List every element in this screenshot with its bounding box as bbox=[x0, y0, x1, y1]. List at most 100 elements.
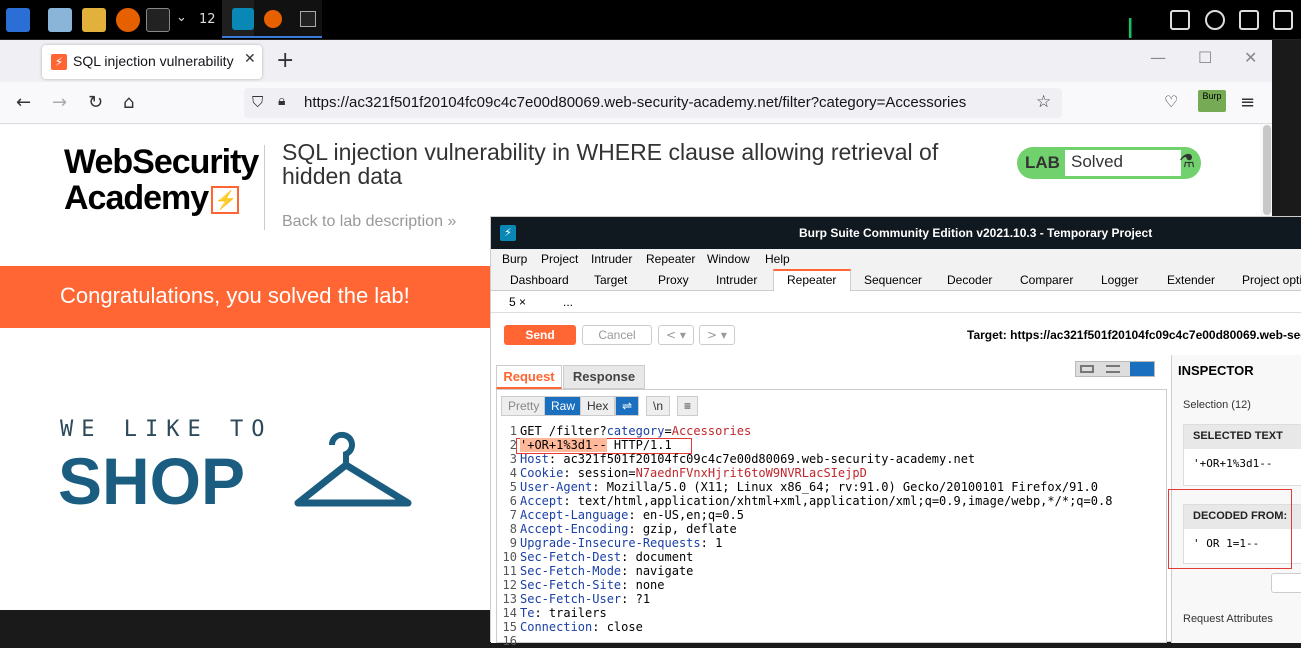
shop-tagline: WE LIKE TO bbox=[60, 417, 273, 442]
files-icon[interactable] bbox=[48, 8, 72, 32]
response-tab[interactable]: Response bbox=[563, 365, 645, 389]
workspace-count[interactable]: 12 bbox=[199, 12, 216, 27]
chevron-down-icon[interactable]: ⌄ bbox=[176, 10, 187, 25]
menu-intruder[interactable]: Intruder bbox=[591, 252, 632, 266]
request-line[interactable]: Host: ac321f501f20104fc09c4c7e00d80069.w… bbox=[520, 452, 975, 466]
reload-icon[interactable]: ↻ bbox=[88, 92, 103, 113]
taskbar: ⌄ 12 bbox=[0, 0, 1301, 40]
url-text[interactable]: https://ac321f501f20104fc09c4c7e00d80069… bbox=[304, 94, 966, 111]
network-icon[interactable] bbox=[1170, 10, 1190, 30]
kali-menu-icon[interactable] bbox=[6, 8, 30, 32]
menu-burp[interactable]: Burp bbox=[502, 252, 527, 266]
back-icon[interactable]: ← bbox=[16, 92, 31, 113]
close-window-icon[interactable]: ✕ bbox=[1244, 48, 1257, 67]
lock-icon[interactable]: 🔒︎ bbox=[278, 93, 285, 109]
taskbar-terminal[interactable] bbox=[292, 0, 322, 38]
hex-button[interactable]: Hex bbox=[580, 396, 616, 416]
apply-button[interactable] bbox=[1271, 573, 1301, 593]
tab-sequencer[interactable]: Sequencer bbox=[864, 273, 922, 287]
tab-repeater[interactable]: Repeater bbox=[787, 273, 836, 287]
lab-title: SQL injection vulnerability in WHERE cla… bbox=[282, 139, 939, 190]
pocket-icon[interactable]: ♡ bbox=[1164, 92, 1178, 111]
menu-window[interactable]: Window bbox=[707, 252, 750, 266]
tab-intruder[interactable]: Intruder bbox=[716, 273, 757, 287]
menu-project[interactable]: Project bbox=[541, 252, 578, 266]
new-tab-icon[interactable]: + bbox=[276, 48, 294, 73]
terminal-icon[interactable] bbox=[146, 8, 170, 32]
request-tab[interactable]: Request bbox=[496, 365, 562, 389]
menu-repeater[interactable]: Repeater bbox=[646, 252, 695, 266]
tab-extender[interactable]: Extender bbox=[1167, 273, 1215, 287]
firefox-icon[interactable] bbox=[116, 8, 140, 32]
page-scrollbar[interactable] bbox=[1263, 125, 1271, 215]
nav-bar: ← → ↻ ⌂ ⛉ 🔒︎ https://ac321f501f20104fc09… bbox=[0, 82, 1272, 124]
request-attributes[interactable]: Request Attributes bbox=[1183, 613, 1273, 625]
raw-button[interactable]: Raw bbox=[544, 396, 583, 416]
maximize-icon[interactable]: ☐ bbox=[1198, 48, 1212, 67]
menu-icon[interactable]: ≡ bbox=[1240, 92, 1255, 113]
request-line[interactable]: Sec-Fetch-User: ?1 bbox=[520, 592, 650, 606]
tab-title: SQL injection vulnerability bbox=[73, 53, 234, 69]
request-line[interactable]: Sec-Fetch-Dest: document bbox=[520, 550, 693, 564]
layout-toggle[interactable] bbox=[1075, 361, 1155, 377]
notifications-icon[interactable] bbox=[1239, 10, 1259, 30]
bookmark-star-icon[interactable]: ☆ bbox=[1036, 92, 1051, 112]
cpu-graph bbox=[1018, 18, 1148, 38]
hanger-icon bbox=[294, 431, 412, 507]
back-to-lab-link[interactable]: Back to lab description » bbox=[282, 213, 456, 231]
menu-icon[interactable]: ≡ bbox=[677, 396, 699, 416]
request-line[interactable]: '+OR+1%3d1-- HTTP/1.1 bbox=[520, 438, 672, 452]
request-line[interactable]: Sec-Fetch-Site: none bbox=[520, 578, 665, 592]
layout-horizontal-icon[interactable] bbox=[1106, 365, 1120, 373]
selected-text-head[interactable]: SELECTED TEXT bbox=[1184, 425, 1301, 449]
request-line[interactable]: Te: trailers bbox=[520, 606, 607, 620]
request-line[interactable]: Accept: text/html,application/xhtml+xml,… bbox=[520, 494, 1112, 508]
display-icon[interactable] bbox=[1273, 10, 1293, 30]
request-line[interactable]: Accept-Encoding: gzip, deflate bbox=[520, 522, 737, 536]
line-number: 6 bbox=[509, 494, 517, 508]
tab-proxy[interactable]: Proxy bbox=[658, 273, 689, 287]
send-button[interactable]: Send bbox=[504, 325, 576, 345]
pretty-button[interactable]: Pretty bbox=[501, 396, 547, 416]
home-icon[interactable]: ⌂ bbox=[123, 92, 134, 113]
folder-icon[interactable] bbox=[82, 8, 106, 32]
volume-icon[interactable] bbox=[1205, 10, 1225, 30]
taskbar-firefox[interactable] bbox=[254, 0, 292, 38]
tab-target[interactable]: Target bbox=[594, 273, 627, 287]
history-back-button[interactable]: < ▾ bbox=[658, 325, 694, 345]
tab-comparer[interactable]: Comparer bbox=[1020, 273, 1073, 287]
tab-logger[interactable]: Logger bbox=[1101, 273, 1138, 287]
request-line[interactable]: Connection: close bbox=[520, 620, 643, 634]
wrap-icon[interactable]: ⇌ bbox=[615, 396, 640, 416]
history-forward-button[interactable]: > ▾ bbox=[699, 325, 735, 345]
tab-dashboard[interactable]: Dashboard bbox=[510, 273, 569, 287]
browser-tab[interactable]: ⚡ SQL injection vulnerability ✕ bbox=[42, 45, 262, 79]
web-security-academy-logo[interactable]: WebSecurity Academy ⚡ bbox=[64, 145, 259, 215]
request-line[interactable]: Sec-Fetch-Mode: navigate bbox=[520, 564, 693, 578]
request-line[interactable]: User-Agent: Mozilla/5.0 (X11; Linux x86_… bbox=[520, 480, 1098, 494]
request-line[interactable]: Cookie: session=N7aednFVnxHjrit6toW9NVRL… bbox=[520, 466, 867, 480]
minimize-icon[interactable]: — bbox=[1150, 48, 1166, 67]
repeater-tab-new[interactable]: ... bbox=[563, 295, 573, 309]
request-editor[interactable]: Pretty Raw Hex ⇌ \n ≡ 1 GET /filter?categ… bbox=[496, 389, 1167, 648]
cancel-button[interactable]: Cancel bbox=[582, 325, 652, 345]
shield-icon[interactable]: ⛉ bbox=[252, 93, 263, 111]
url-bar[interactable]: ⛉ 🔒︎ https://ac321f501f20104fc09c4c7e00d… bbox=[244, 88, 1062, 118]
layout-split-icon[interactable] bbox=[1080, 365, 1094, 373]
tab-decoder[interactable]: Decoder bbox=[947, 273, 992, 287]
burp-extension-icon[interactable]: Burp bbox=[1198, 90, 1226, 112]
layout-tabs-icon[interactable] bbox=[1130, 362, 1154, 376]
forward-icon[interactable]: → bbox=[52, 92, 67, 113]
line-number: 16 bbox=[502, 634, 517, 648]
newline-button[interactable]: \n bbox=[646, 396, 671, 416]
request-line[interactable]: GET /filter?category=Accessories bbox=[520, 424, 751, 438]
line-number: 4 bbox=[509, 466, 517, 480]
repeater-tab-5[interactable]: 5 × bbox=[509, 295, 526, 309]
tab-project-options[interactable]: Project optio bbox=[1242, 273, 1301, 287]
close-icon[interactable]: ✕ bbox=[244, 51, 256, 67]
terminal-icon bbox=[300, 11, 316, 27]
request-line[interactable]: Accept-Language: en-US,en;q=0.5 bbox=[520, 508, 744, 522]
menu-help[interactable]: Help bbox=[765, 252, 790, 266]
request-line[interactable]: Upgrade-Insecure-Requests: 1 bbox=[520, 536, 722, 550]
line-number: 2 bbox=[509, 438, 517, 452]
